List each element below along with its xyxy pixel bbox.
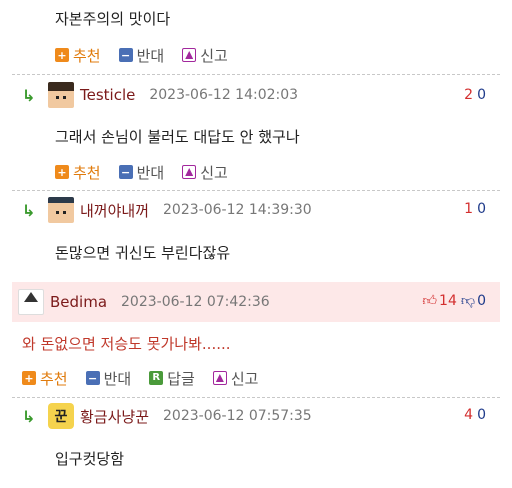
warning-icon [182,48,197,62]
report-button[interactable]: 신고 [182,45,228,66]
comment-author[interactable]: 황금사냥꾼 [80,406,149,427]
comment-date: 2023-06-12 07:57:35 [163,408,312,424]
comment-header: ↳ Testicle 2023-06-12 14:02:03 [22,78,298,112]
comment-header: Bedima 2023-06-12 07:42:36 [18,285,270,319]
report-button[interactable]: 신고 [212,368,258,389]
avatar[interactable] [48,197,74,223]
comment-date: 2023-06-12 14:39:30 [163,202,312,218]
upvote-count: 14 [439,292,457,309]
comment-author[interactable]: 내꺼야내꺼 [80,200,149,221]
comment-text: 와 돈없으면 저승도 못가나봐...... [22,335,231,353]
plus-icon: + [22,371,36,385]
recommend-button[interactable]: + 추천 [22,368,68,389]
vote-counts: 1 0 [464,201,486,217]
reply-arrow-icon: ↳ [22,200,36,220]
avatar[interactable]: 꾼 [48,403,74,429]
upvote-count: 4 [464,407,474,423]
avatar[interactable] [48,82,74,108]
comment-author[interactable]: Testicle [80,86,135,104]
recommend-button[interactable]: + 추천 [55,45,101,66]
divider [12,74,500,75]
comment-actions: + 추천 − 반대 신고 [55,162,246,182]
comment-text: 그래서 손님이 불러도 대답도 안 했구나 [55,128,300,146]
minus-icon: − [85,371,100,385]
comment-text: 돈많으면 귀신도 부린다잖유 [55,244,231,262]
oppose-button[interactable]: − 반대 [118,162,164,183]
divider [12,190,500,191]
reply-arrow-icon: ↳ [22,85,36,105]
recommend-button[interactable]: + 추천 [55,162,101,183]
vote-counts: 👍︎ 14 👎︎ 0 [422,292,486,310]
oppose-button[interactable]: − 반대 [85,368,131,389]
comment-date: 2023-06-12 07:42:36 [121,294,270,310]
upvote-count: 2 [464,87,474,103]
comment-date: 2023-06-12 14:02:03 [149,87,299,103]
reply-button[interactable]: R 답글 [149,368,195,389]
downvote-count: 0 [477,87,486,103]
warning-icon [212,371,227,385]
plus-icon: + [55,165,69,179]
warning-icon [182,165,197,179]
vote-counts: 2 0 [464,87,486,103]
comment-actions: + 추천 − 반대 신고 [55,45,246,65]
comment-author[interactable]: Bedima [50,293,107,311]
minus-icon: − [118,165,133,179]
downvote-count: 0 [477,407,486,423]
downvote-count: 0 [477,292,486,309]
minus-icon: − [118,48,133,62]
vote-counts: 4 0 [464,407,486,423]
upvote-count: 1 [464,201,474,217]
comment-text: 자본주의의 맛이다 [55,10,171,28]
thumb-down-icon[interactable]: 👎︎ [461,292,475,309]
plus-icon: + [55,48,69,62]
report-button[interactable]: 신고 [182,162,228,183]
thumb-up-icon[interactable]: 👍︎ [422,292,437,309]
downvote-count: 0 [477,201,486,217]
reply-icon: R [149,371,164,385]
avatar[interactable] [18,289,44,315]
comment-actions: + 추천 − 반대 R 답글 신고 [22,368,276,388]
reply-arrow-icon: ↳ [22,406,36,426]
oppose-button[interactable]: − 반대 [118,45,164,66]
comment-header: ↳ 내꺼야내꺼 2023-06-12 14:39:30 [22,193,312,227]
comment-text: 입구컷당함 [55,450,125,468]
comment-header: ↳ 꾼 황금사냥꾼 2023-06-12 07:57:35 [22,399,312,433]
divider [12,397,500,398]
